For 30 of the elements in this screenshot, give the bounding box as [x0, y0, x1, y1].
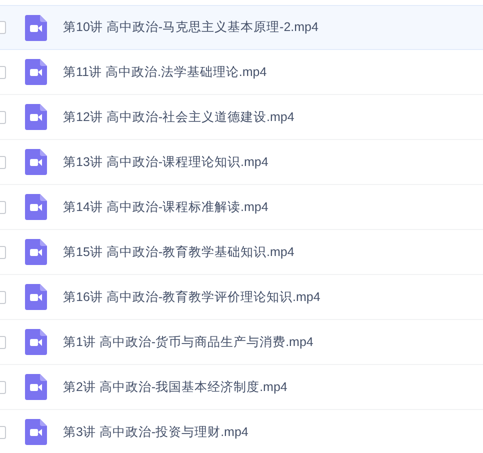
- video-file-icon: [25, 374, 47, 400]
- file-name[interactable]: 第16讲 高中政治-教育教学评价理论知识.mp4: [63, 288, 320, 306]
- file-row[interactable]: 第14讲 高中政治-课程标准解读.mp4: [0, 185, 483, 230]
- file-name[interactable]: 第10讲 高中政治-马克思主义基本原理-2.mp4: [63, 18, 318, 37]
- video-file-icon: [25, 329, 47, 355]
- file-row[interactable]: 第11讲 高中政治.法学基础理论.mp4: [0, 50, 483, 95]
- video-file-icon: [25, 419, 47, 445]
- file-row[interactable]: 第15讲 高中政治-教育教学基础知识.mp4: [0, 230, 483, 275]
- video-file-icon: [25, 104, 47, 130]
- file-name[interactable]: 第3讲 高中政治-投资与理财.mp4: [63, 422, 248, 442]
- file-name[interactable]: 第15讲 高中政治-教育教学基础知识.mp4: [63, 242, 294, 262]
- file-row[interactable]: 第2讲 高中政治-我国基本经济制度.mp4: [0, 365, 483, 410]
- file-name[interactable]: 第1讲 高中政治-货币与商品生产与消费.mp4: [63, 332, 314, 352]
- file-row[interactable]: 第10讲 高中政治-马克思主义基本原理-2.mp4: [0, 5, 483, 50]
- file-row[interactable]: 第12讲 高中政治-社会主义道德建设.mp4: [0, 95, 483, 140]
- file-row[interactable]: 第1讲 高中政治-货币与商品生产与消费.mp4: [0, 320, 483, 365]
- file-row[interactable]: 第16讲 高中政治-教育教学评价理论知识.mp4: [0, 275, 483, 320]
- video-file-icon: [25, 14, 47, 40]
- file-name[interactable]: 第14讲 高中政治-课程标准解读.mp4: [63, 198, 268, 216]
- video-file-icon: [25, 239, 47, 265]
- video-file-icon: [25, 194, 47, 220]
- video-file-icon: [25, 59, 47, 85]
- video-file-icon: [25, 284, 47, 310]
- file-row[interactable]: 第3讲 高中政治-投资与理财.mp4: [0, 410, 483, 453]
- video-file-icon: [25, 149, 47, 175]
- file-row[interactable]: 第13讲 高中政治-课程理论知识.mp4: [0, 140, 483, 185]
- file-name[interactable]: 第2讲 高中政治-我国基本经济制度.mp4: [63, 378, 288, 396]
- file-name[interactable]: 第13讲 高中政治-课程理论知识.mp4: [63, 152, 268, 172]
- file-name[interactable]: 第12讲 高中政治-社会主义道德建设.mp4: [63, 108, 294, 126]
- file-name[interactable]: 第11讲 高中政治.法学基础理论.mp4: [63, 62, 267, 82]
